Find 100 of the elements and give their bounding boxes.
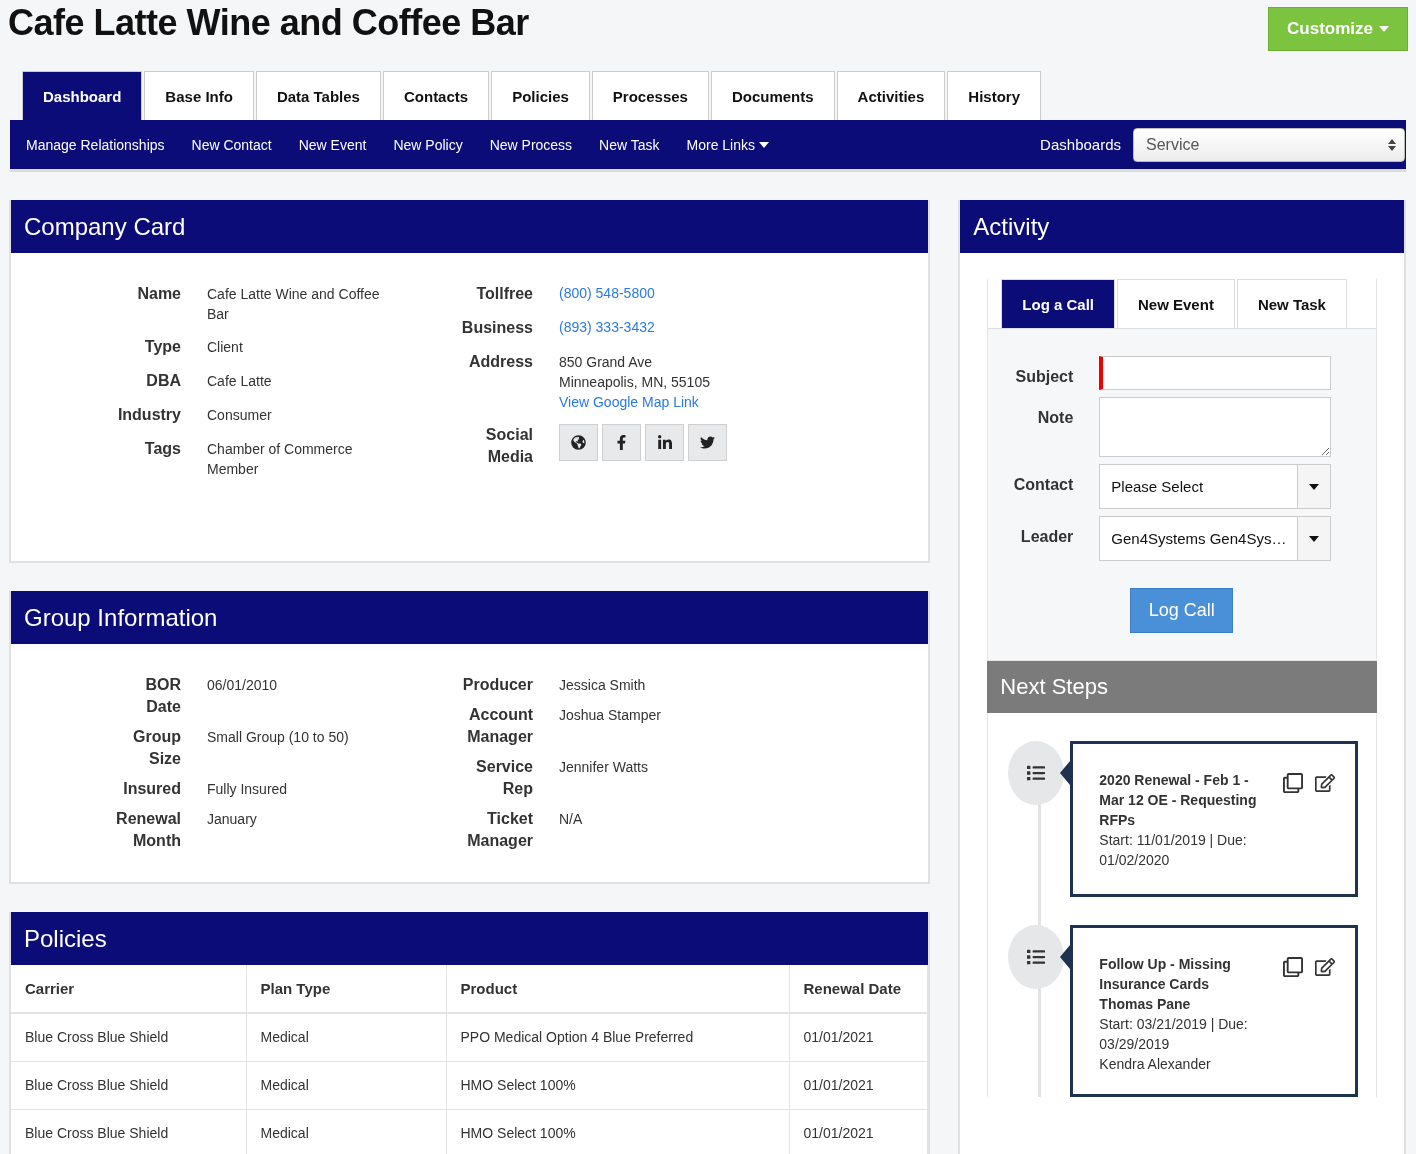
activity-tab[interactable]: New Task — [1236, 279, 1347, 328]
map-link[interactable]: View Google Map Link — [559, 392, 749, 412]
updown-icon — [1388, 137, 1396, 152]
table-cell: Blue Cross Blue Shield — [11, 1061, 246, 1109]
nav-tab[interactable]: Processes — [591, 71, 709, 120]
table-cell: 01/01/2021 — [789, 1109, 928, 1154]
nav-tab[interactable]: History — [947, 71, 1041, 120]
field-label: Name — [136, 284, 181, 304]
nav-link[interactable]: New Policy — [393, 136, 463, 153]
nav-tab[interactable]: Dashboard — [22, 71, 143, 120]
field-value: Joshua Stamper — [559, 706, 662, 725]
more-links-menu[interactable]: More Links — [686, 136, 769, 153]
step-dates: Start: 11/01/2019 | Due: 01/02/2020 — [1099, 831, 1248, 870]
column-header: Product — [446, 965, 789, 1013]
nav-link[interactable]: New Task — [599, 136, 660, 153]
field-value: Fully Insured — [207, 780, 289, 799]
edit-icon[interactable] — [1315, 773, 1336, 793]
caret-icon — [1379, 26, 1389, 32]
field-label: Note — [1036, 408, 1074, 427]
field-value: N/A — [559, 810, 584, 829]
next-steps-title: Next Steps — [987, 661, 1377, 713]
globe-icon — [571, 435, 586, 450]
card-title: Activity — [960, 200, 1404, 253]
activity-tab[interactable]: Log a Call — [1001, 279, 1115, 328]
activity-tab[interactable]: New Event — [1117, 279, 1235, 328]
copy-icon[interactable] — [1283, 957, 1304, 977]
field-label: Ticket Manager — [466, 809, 533, 851]
note-field[interactable] — [1099, 397, 1332, 457]
nav-tab[interactable]: Policies — [491, 71, 590, 120]
twitter-button[interactable] — [688, 424, 727, 461]
step-owner: Kendra Alexander — [1099, 1055, 1212, 1074]
step-title: Follow Up - Missing Insurance Cards — [1099, 955, 1232, 994]
linkedin-icon — [656, 434, 673, 451]
field-label: Account Manager — [466, 705, 533, 747]
nav-link[interactable]: New Process — [489, 136, 573, 153]
address-line: 850 Grand Ave — [559, 353, 654, 372]
card-title: Group Information — [11, 591, 929, 644]
table-cell: Medical — [246, 1061, 446, 1109]
column-header: Carrier — [11, 965, 246, 1013]
website-button[interactable] — [559, 424, 598, 461]
field-value: Cafe Latte Wine and Coffee Bar — [207, 285, 381, 324]
address-line: Minneapolis, MN, 55105 — [559, 373, 711, 392]
dashboards-label: Dashboards — [1040, 136, 1121, 153]
card-title: Policies — [11, 912, 929, 965]
field-label: Service Rep — [475, 757, 533, 799]
linkedin-button[interactable] — [645, 424, 684, 461]
field-label: Tags — [143, 439, 181, 459]
nav-link[interactable]: New Contact — [191, 136, 272, 153]
table-cell: 01/01/2021 — [789, 1013, 928, 1061]
field-label: Contact — [1012, 475, 1074, 494]
field-label: DBA — [145, 371, 181, 391]
card-title: Company Card — [11, 200, 929, 253]
caret-icon — [1309, 535, 1320, 542]
table-cell: Medical — [246, 1109, 446, 1154]
field-label: Business — [460, 318, 533, 338]
nav-tab[interactable]: Base Info — [144, 71, 254, 120]
list-icon — [1027, 948, 1046, 966]
leader-select[interactable]: Gen4Systems Gen4Sys… — [1099, 516, 1332, 561]
contact-select[interactable]: Please Select — [1099, 464, 1332, 509]
field-label: Social Media — [484, 425, 533, 467]
phone-link[interactable]: (893) 333-3432 — [559, 317, 749, 339]
column-header: Plan Type — [246, 965, 446, 1013]
column-header: Renewal Date — [789, 965, 928, 1013]
copy-icon[interactable] — [1283, 773, 1304, 793]
field-value: Small Group (10 to 50) — [207, 728, 350, 747]
phone-link[interactable]: (800) 548-5800 — [559, 283, 749, 305]
nav-tab[interactable]: Data Tables — [255, 71, 381, 120]
field-value: January — [207, 810, 258, 829]
facebook-button[interactable] — [602, 424, 641, 461]
caret-icon — [759, 141, 769, 148]
table-cell: HMO Select 100% — [446, 1061, 789, 1109]
field-value: Chamber of Commerce Member — [207, 440, 354, 479]
nav-tab[interactable]: Activities — [836, 71, 946, 120]
field-value: Jessica Smith — [559, 676, 647, 695]
field-value: Consumer — [207, 406, 273, 425]
list-icon — [1027, 764, 1046, 782]
field-label: Subject — [1014, 367, 1074, 386]
nav-tab[interactable]: Contacts — [382, 71, 490, 120]
field-value: Jennifer Watts — [559, 758, 649, 777]
field-label: Type — [143, 337, 181, 357]
nav-link[interactable]: Manage Relationships — [26, 136, 165, 153]
field-label: Renewal Month — [115, 809, 181, 851]
table-cell: 01/01/2021 — [789, 1061, 928, 1109]
field-label: BOR Date — [144, 675, 181, 717]
field-label: Group Size — [132, 727, 181, 769]
step-dates: Start: 03/21/2019 | Due: 03/29/2019 — [1099, 1015, 1249, 1054]
field-label: Industry — [116, 405, 181, 425]
dashboard-select[interactable]: Service — [1133, 127, 1405, 162]
edit-icon[interactable] — [1315, 957, 1336, 977]
field-label: Address — [467, 352, 533, 372]
field-value: Cafe Latte — [207, 372, 273, 391]
step-contact: Thomas Pane — [1099, 995, 1192, 1014]
step-title: 2020 Renewal - Feb 1 - Mar 12 OE - Requesting RFPs — [1099, 771, 1258, 830]
field-label: Producer — [461, 675, 533, 695]
field-value: Client — [207, 338, 244, 357]
nav-tab[interactable]: Documents — [710, 71, 835, 120]
caret-icon — [1309, 483, 1320, 490]
subject-field[interactable] — [1099, 356, 1332, 390]
page-title: Cafe Latte Wine and Coffee Bar — [8, 1, 529, 45]
nav-link[interactable]: New Event — [298, 136, 367, 153]
